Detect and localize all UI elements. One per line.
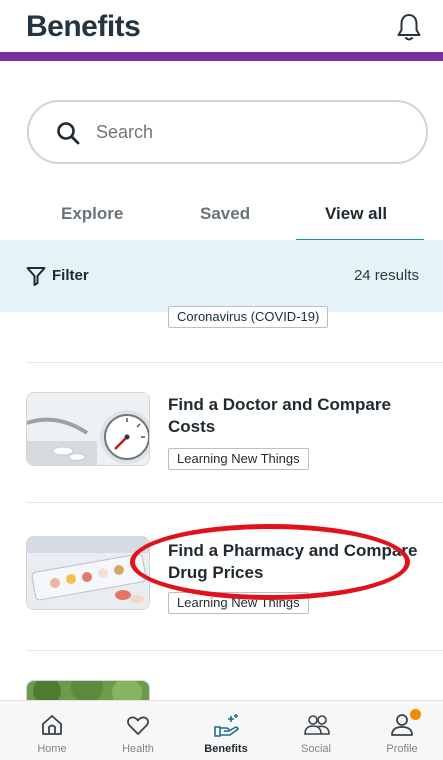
nav-label: Benefits	[204, 743, 248, 755]
nav-label: Social	[301, 743, 331, 755]
bottom-navigation: Home Health Benefits Social Profile	[0, 700, 443, 760]
list-divider	[26, 502, 443, 503]
nav-benefits[interactable]: Benefits	[186, 701, 266, 760]
results-count: 24 results	[353, 267, 419, 284]
notification-bell-icon[interactable]	[395, 12, 423, 42]
nav-label: Profile	[386, 743, 418, 755]
benefits-hand-icon	[214, 714, 239, 737]
tab-saved[interactable]: Saved	[200, 204, 250, 224]
notification-badge	[410, 709, 421, 720]
list-divider	[26, 362, 443, 363]
tab-view-all[interactable]: View all	[325, 204, 387, 224]
card-title[interactable]: Find a Pharmacy and Compare Drug Prices	[168, 540, 418, 584]
filter-funnel-icon	[26, 267, 46, 286]
header-accent-bar	[0, 52, 443, 61]
card-thumbnail[interactable]	[26, 392, 150, 466]
heart-icon	[127, 716, 149, 735]
list-divider	[26, 650, 443, 651]
nav-health[interactable]: Health	[98, 701, 178, 760]
nav-profile[interactable]: Profile	[362, 701, 442, 760]
tab-bar: Explore Saved View all	[0, 196, 443, 244]
filter-label: Filter	[52, 267, 89, 284]
nav-label: Home	[37, 743, 67, 755]
card-thumbnail[interactable]	[26, 536, 150, 610]
card-title[interactable]: Find a Doctor and Compare Costs	[168, 394, 418, 438]
pill-organizer-image	[27, 537, 149, 609]
app-header: Benefits	[0, 0, 443, 56]
social-people-icon	[304, 715, 330, 735]
category-tag: Learning New Things	[168, 448, 309, 470]
nav-label: Health	[122, 743, 154, 755]
blood-pressure-gauge-image	[27, 393, 149, 465]
search-placeholder: Search	[96, 122, 154, 142]
nav-social[interactable]: Social	[276, 701, 356, 760]
page-title: Benefits	[26, 10, 141, 43]
category-tag: Coronavirus (COVID-19)	[168, 306, 329, 328]
search-input[interactable]: Search	[27, 100, 428, 164]
home-icon	[42, 715, 62, 735]
tab-explore[interactable]: Explore	[61, 204, 123, 224]
nav-home[interactable]: Home	[12, 701, 92, 760]
search-icon	[57, 122, 80, 145]
filter-bar: Filter 24 results	[0, 240, 443, 312]
category-tag: Learning New Things	[168, 592, 309, 614]
